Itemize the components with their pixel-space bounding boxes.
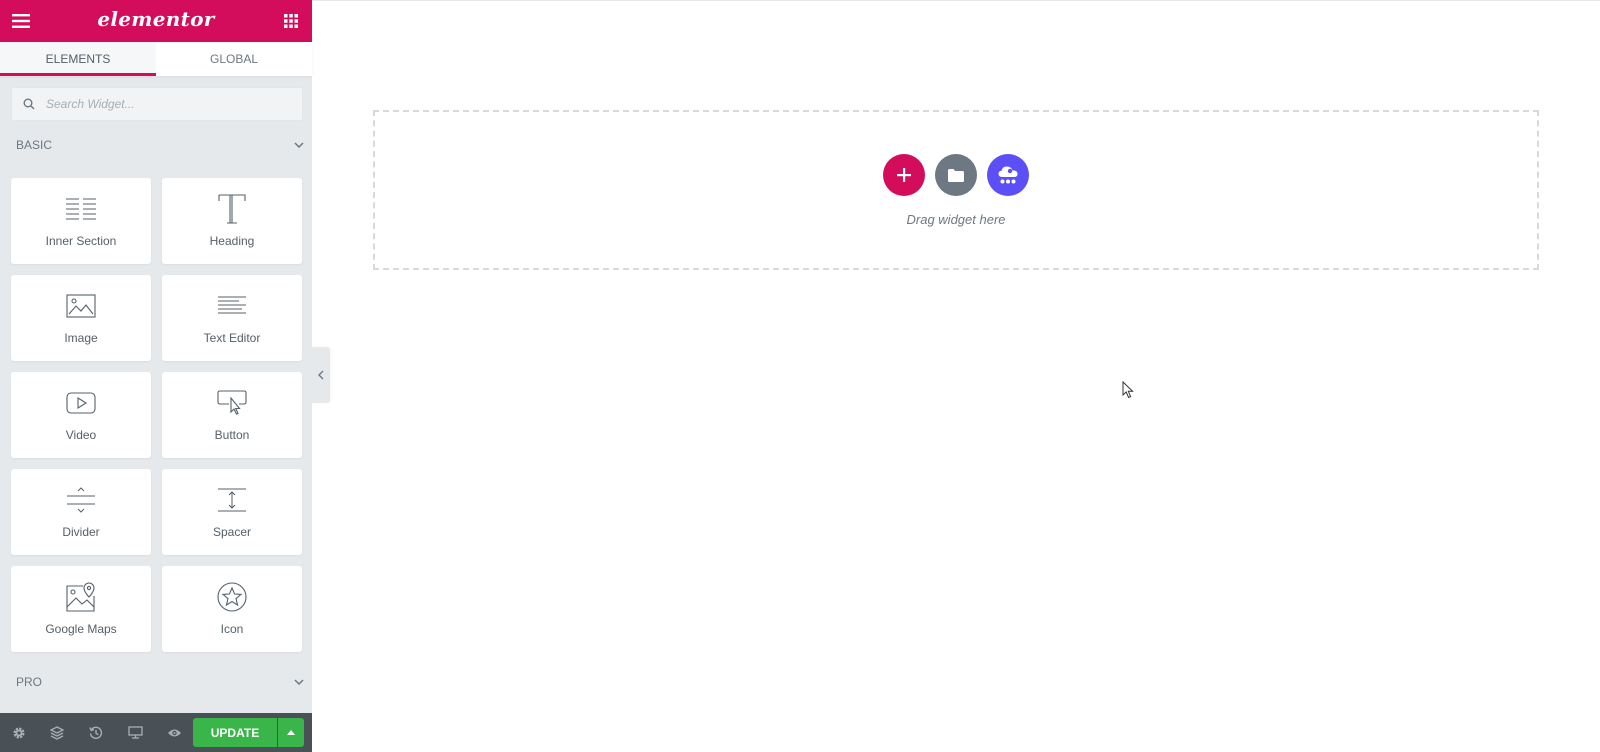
search-box	[11, 87, 303, 121]
grid-icon	[284, 14, 298, 28]
mouse-cursor-icon	[1122, 381, 1134, 399]
folder-icon	[948, 168, 964, 182]
gear-icon	[13, 727, 25, 738]
chevron-down-icon	[294, 142, 304, 148]
star-icon	[212, 580, 252, 614]
add-template-button[interactable]	[935, 154, 977, 196]
heading-icon	[212, 192, 252, 226]
chevron-down-icon	[294, 679, 304, 685]
section-basic-title: BASIC	[16, 138, 53, 152]
search-icon	[12, 88, 46, 120]
eye-icon	[167, 729, 181, 736]
widget-label: Spacer	[212, 525, 252, 539]
widget-heading[interactable]: Heading	[162, 178, 302, 264]
chevron-left-icon	[318, 370, 324, 380]
editor-panel: elementor ELEMENTS GLOBAL BASIC	[0, 0, 312, 752]
widget-label: Icon	[220, 622, 244, 636]
canvas-top-border	[312, 0, 1600, 1]
widget-label: Divider	[62, 525, 100, 539]
widget-label: Text Editor	[203, 331, 261, 345]
responsive-mode-button[interactable]	[116, 713, 154, 752]
panel-tabs: ELEMENTS GLOBAL	[0, 42, 312, 76]
button-icon	[212, 386, 252, 420]
drop-zone-actions	[375, 154, 1537, 196]
desktop-icon	[127, 726, 143, 739]
section-basic-toggle[interactable]: BASIC	[16, 137, 304, 153]
spacer-icon	[212, 483, 252, 517]
widget-label: Image	[64, 331, 98, 345]
widgets-grid: Inner Section Heading Image Text Editor …	[11, 178, 303, 652]
widget-button[interactable]: Button	[162, 372, 302, 458]
template-kits-button[interactable]	[987, 154, 1029, 196]
history-icon	[89, 726, 103, 739]
widget-label: Google Maps	[45, 622, 117, 636]
caret-up-icon	[287, 730, 295, 735]
save-options-button[interactable]	[278, 718, 304, 747]
google-maps-icon	[61, 580, 101, 614]
inner-section-icon	[61, 192, 101, 226]
widgets-grid-button[interactable]	[270, 0, 312, 42]
section-pro-toggle[interactable]: PRO	[16, 674, 304, 690]
update-button[interactable]: UPDATE	[193, 718, 277, 747]
drop-zone-text: Drag widget here	[906, 212, 1006, 227]
add-section-button[interactable]	[883, 154, 925, 196]
widget-divider[interactable]: Divider	[11, 469, 151, 555]
image-icon	[61, 289, 101, 323]
settings-button[interactable]	[0, 713, 38, 752]
history-button[interactable]	[77, 713, 115, 752]
divider-icon	[61, 483, 101, 517]
widget-label: Inner Section	[45, 234, 117, 248]
search-input[interactable]	[46, 97, 296, 111]
widget-label: Heading	[209, 234, 255, 248]
widget-label: Button	[214, 428, 250, 442]
widget-icon[interactable]: Icon	[162, 566, 302, 652]
plus-icon	[897, 168, 911, 182]
empty-section-drop-zone[interactable]: Drag widget here	[373, 110, 1539, 270]
navigator-button[interactable]	[38, 713, 76, 752]
preview-button[interactable]	[155, 713, 193, 752]
cloud-kit-icon	[998, 166, 1018, 184]
collapse-panel-button[interactable]	[312, 347, 330, 403]
panel-header: elementor	[0, 0, 312, 42]
elementor-logo: elementor	[97, 7, 215, 31]
panel-footer: UPDATE	[0, 713, 312, 752]
widget-text-editor[interactable]: Text Editor	[162, 275, 302, 361]
tab-elements[interactable]: ELEMENTS	[0, 42, 156, 76]
section-pro-title: PRO	[16, 675, 43, 689]
text-editor-icon	[212, 289, 252, 323]
widget-inner-section[interactable]: Inner Section	[11, 178, 151, 264]
layers-icon	[50, 725, 64, 740]
video-icon	[61, 386, 101, 420]
widget-google-maps[interactable]: Google Maps	[11, 566, 151, 652]
tab-global[interactable]: GLOBAL	[156, 42, 312, 76]
widget-spacer[interactable]: Spacer	[162, 469, 302, 555]
widget-image[interactable]: Image	[11, 275, 151, 361]
widget-video[interactable]: Video	[11, 372, 151, 458]
widget-label: Video	[65, 428, 97, 442]
